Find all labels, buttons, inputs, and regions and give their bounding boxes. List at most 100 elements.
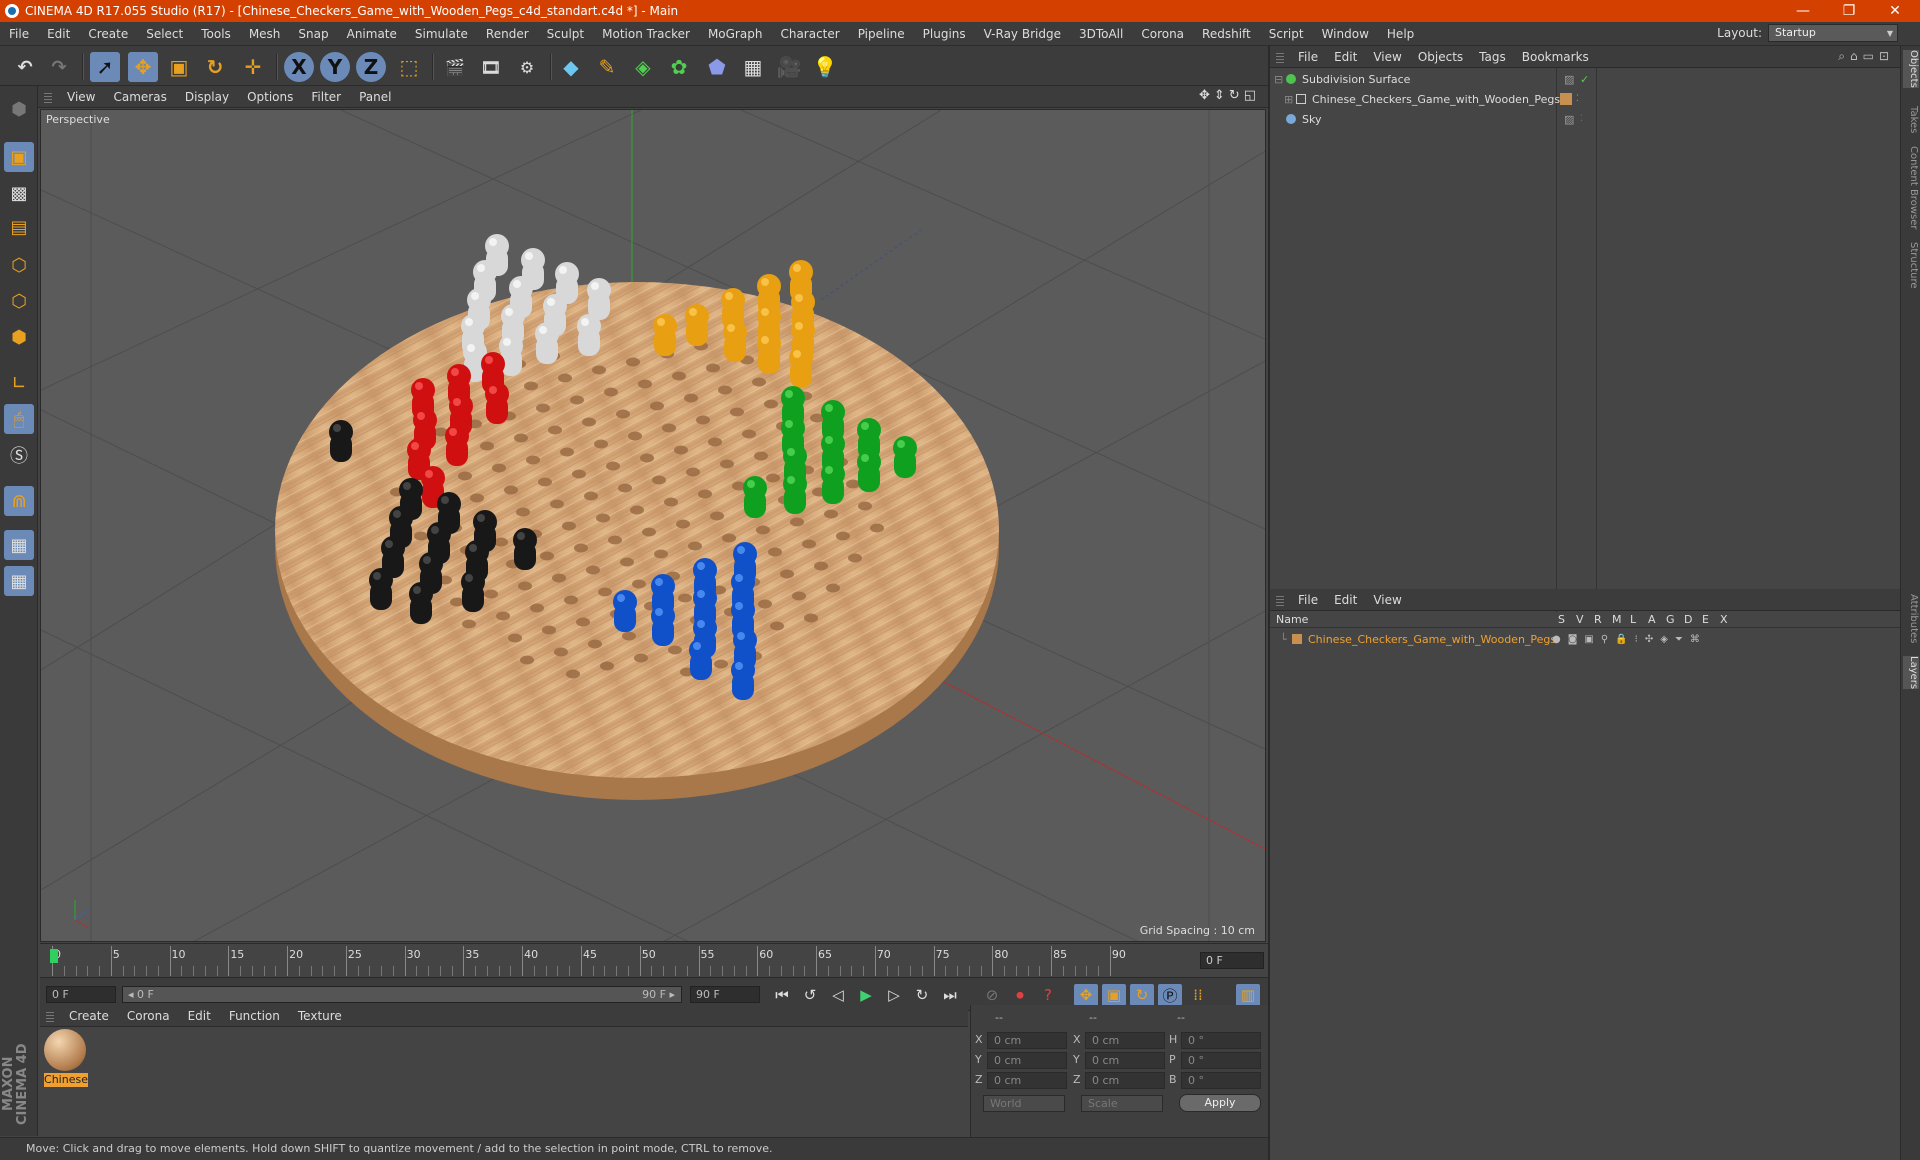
menu-character[interactable]: Character [771,27,848,41]
cube-icon[interactable]: ◆ [556,52,586,82]
menu-redshift[interactable]: Redshift [1193,27,1260,41]
light-icon[interactable]: 💡 [810,52,840,82]
visibility-toggle-icon[interactable]: ▨ [1564,73,1574,86]
layer-toggle-icons[interactable]: ●◙▣⚲🔒⁝✣◈⏷⌘ [1552,634,1707,645]
size-y-field[interactable]: 0 cm [1085,1052,1165,1069]
scale-tool-icon[interactable]: ▣ [164,52,194,82]
key-pla-icon[interactable]: ⁞⁞ [1186,984,1210,1006]
go-to-start-icon[interactable]: ⏮ [770,984,794,1006]
material-menu-corona[interactable]: Corona [118,1009,179,1023]
go-to-end-icon[interactable]: ⏭ [938,984,962,1006]
rotation-p-field[interactable]: 0 ° [1181,1052,1261,1069]
coordinate-mode-dropdown[interactable]: World [983,1095,1065,1112]
record-keys-disabled-icon[interactable]: ⊘ [980,984,1004,1006]
current-frame-field[interactable]: 0 F [1200,952,1264,969]
recent-tool-icon[interactable]: ✛ [238,52,268,82]
points-mode-icon[interactable]: ⬡ [4,250,34,280]
redo-icon[interactable]: ↷ [44,52,74,82]
edit-render-settings-icon[interactable]: ⚙ [512,52,542,82]
objects-menu-objects[interactable]: Objects [1410,50,1471,64]
menu-mesh[interactable]: Mesh [240,27,290,41]
render-picture-viewer-icon[interactable]: 🎞 [476,52,506,82]
size-z-field[interactable]: 0 cm [1085,1072,1165,1089]
menu-corona[interactable]: Corona [1132,27,1193,41]
position-z-field[interactable]: 0 cm [987,1072,1067,1089]
layer-row[interactable]: └ Chinese_Checkers_Game_with_Wooden_Pegs… [1280,630,1890,648]
solo-mode-icon[interactable]: Ⓢ [4,440,34,470]
menu-plugins[interactable]: Plugins [914,27,975,41]
coordinate-system-icon[interactable]: ⬚ [394,52,424,82]
model-mode-icon[interactable]: ▣ [4,142,34,172]
move-tool-icon[interactable]: ✥ [128,52,158,82]
key-position-icon[interactable]: ✥ [1074,984,1098,1006]
size-x-field[interactable]: 0 cm [1085,1032,1165,1049]
menu-file[interactable]: File [0,27,38,41]
side-tab-content-browser[interactable]: Content Browser [1903,146,1919,229]
tweak-mode-icon[interactable]: 🖱 [4,404,34,434]
side-tab-takes[interactable]: Takes [1903,106,1919,133]
objects-menu-edit[interactable]: Edit [1326,50,1365,64]
cloner-icon[interactable]: ✿ [664,52,694,82]
material-menu-function[interactable]: Function [220,1009,289,1023]
workplane-lock-icon[interactable]: ▦ [4,530,34,560]
live-selection-icon[interactable]: ➚ [90,52,120,82]
snap-magnet-icon[interactable]: ⋒ [4,486,34,516]
next-frame-icon[interactable]: ▷ [882,984,906,1006]
frame-range-slider[interactable]: ◂ 0 F 90 F ▸ [122,986,682,1003]
restore-icon[interactable]: ❐ [1826,0,1872,22]
material-menu-create[interactable]: Create [60,1009,118,1023]
timeline-ruler[interactable]: 051015202530354045505560657075808590 0 F [40,943,1268,977]
rotation-b-field[interactable]: 0 ° [1181,1072,1261,1089]
material-tag-icon[interactable] [1560,93,1572,105]
material-menu-edit[interactable]: Edit [179,1009,220,1023]
rotation-h-field[interactable]: 0 ° [1181,1032,1261,1049]
viewport-menu-panel[interactable]: Panel [350,90,400,104]
grid-snap-icon[interactable]: ▦ [4,566,34,596]
pen-spline-icon[interactable]: ✎ [592,52,622,82]
camera-icon[interactable]: 🎥 [774,52,804,82]
menu-3dtoall[interactable]: 3DToAll [1070,27,1132,41]
render-view-icon[interactable]: 🎬 [440,52,470,82]
end-frame-field[interactable]: 90 F [690,986,760,1003]
menu-window[interactable]: Window [1313,27,1378,41]
floor-icon[interactable]: ▦ [738,52,768,82]
next-key-icon[interactable]: ↻ [910,984,934,1006]
layers-menu-file[interactable]: File [1290,593,1326,607]
menu-pipeline[interactable]: Pipeline [849,27,914,41]
autokeying-icon[interactable]: ? [1036,984,1060,1006]
position-y-field[interactable]: 0 cm [987,1052,1067,1069]
key-parameter-icon[interactable]: Ⓟ [1158,984,1182,1006]
menu-render[interactable]: Render [477,27,538,41]
layout-dropdown[interactable]: Startup [1768,24,1898,42]
close-icon[interactable]: ✕ [1872,0,1918,22]
layer-dots-icon[interactable]: ⁚ [1576,94,1579,104]
layer-dots-icon[interactable]: ⁚ [1580,114,1583,124]
texture-mode-icon[interactable]: ▩ [4,178,34,208]
object-row-checkers-game[interactable]: ⊞ Chinese_Checkers_Game_with_Wooden_Pegs… [1284,90,1884,108]
previous-frame-icon[interactable]: ◁ [826,984,850,1006]
subdivision-surface-icon[interactable]: ◈ [628,52,658,82]
y-axis-icon[interactable]: Y [320,52,350,82]
viewport-menu-filter[interactable]: Filter [302,90,350,104]
position-x-field[interactable]: 0 cm [987,1032,1067,1049]
menu-mograph[interactable]: MoGraph [699,27,772,41]
rotate-tool-icon[interactable]: ↻ [200,52,230,82]
menu-vray-bridge[interactable]: V-Ray Bridge [975,27,1070,41]
layers-menu-view[interactable]: View [1365,593,1409,607]
apply-button[interactable]: Apply [1179,1094,1261,1112]
key-scale-icon[interactable]: ▣ [1102,984,1126,1006]
object-row-subdivision-surface[interactable]: ⊟ Subdivision Surface ▨ ✓ [1274,70,1874,88]
enabled-check-icon[interactable]: ✓ [1580,73,1589,86]
menu-animate[interactable]: Animate [338,27,406,41]
menu-snap[interactable]: Snap [289,27,337,41]
material-menu-texture[interactable]: Texture [289,1009,351,1023]
menu-script[interactable]: Script [1260,27,1313,41]
size-mode-dropdown[interactable]: Scale [1081,1095,1163,1112]
menu-create[interactable]: Create [79,27,137,41]
playhead-marker[interactable] [50,949,58,963]
previous-key-icon[interactable]: ↺ [798,984,822,1006]
play-icon[interactable]: ▶ [854,984,878,1006]
3d-viewport[interactable]: Perspective Grid Spacing : 10 cm [40,109,1266,942]
viewport-menu-view[interactable]: View [58,90,104,104]
x-axis-icon[interactable]: X [284,52,314,82]
